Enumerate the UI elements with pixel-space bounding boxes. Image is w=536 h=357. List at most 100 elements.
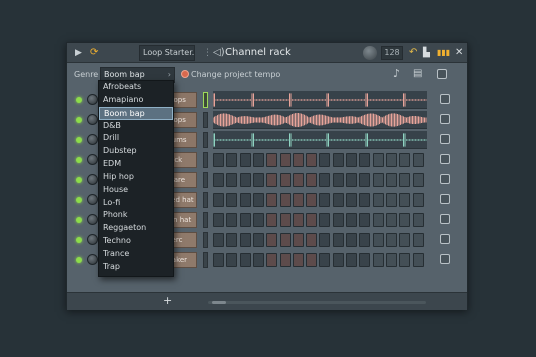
channel-pan-knob[interactable] (87, 154, 98, 165)
step-button[interactable] (346, 193, 357, 207)
step-button[interactable] (306, 153, 318, 167)
step-button[interactable] (412, 193, 424, 207)
step-button[interactable] (385, 233, 397, 247)
graph-icon[interactable]: ▙ (423, 43, 430, 63)
step-button[interactable] (266, 213, 278, 227)
step-button[interactable] (372, 233, 384, 247)
channel-select-bar[interactable] (203, 172, 208, 188)
channel-select-bar[interactable] (203, 152, 208, 168)
channel-mute-led[interactable] (76, 197, 82, 203)
step-button[interactable] (306, 193, 318, 207)
genre-option[interactable]: Boom bap (99, 106, 173, 120)
step-button[interactable] (239, 233, 251, 247)
channel-pan-knob[interactable] (87, 174, 98, 185)
step-button[interactable] (399, 193, 411, 207)
step-button[interactable] (319, 253, 331, 267)
step-button[interactable] (252, 233, 264, 247)
step-button[interactable] (319, 233, 331, 247)
step-button[interactable] (266, 233, 278, 247)
graph-editor-icon[interactable] (440, 114, 450, 124)
graph-editor-icon[interactable] (440, 94, 450, 104)
step-button[interactable] (213, 153, 224, 167)
channel-pan-knob[interactable] (87, 234, 98, 245)
step-button[interactable] (332, 193, 344, 207)
channel-mute-led[interactable] (76, 237, 82, 243)
step-button[interactable] (266, 193, 278, 207)
channel-pan-knob[interactable] (87, 134, 98, 145)
step-button[interactable] (279, 213, 291, 227)
channel-pan-knob[interactable] (87, 94, 98, 105)
step-button[interactable] (306, 233, 318, 247)
step-button[interactable] (226, 153, 238, 167)
step-button[interactable] (252, 153, 264, 167)
channel-pan-knob[interactable] (87, 114, 98, 125)
step-button[interactable] (385, 193, 397, 207)
step-button[interactable] (372, 153, 384, 167)
graph-editor-icon[interactable] (440, 194, 450, 204)
step-button[interactable] (359, 193, 371, 207)
step-button[interactable] (213, 233, 224, 247)
channel-select-bar[interactable] (203, 212, 208, 228)
step-button[interactable] (292, 253, 304, 267)
step-button[interactable] (372, 193, 384, 207)
step-button[interactable] (292, 153, 304, 167)
step-button[interactable] (266, 173, 278, 187)
step-button[interactable] (346, 173, 357, 187)
genre-option[interactable]: House (99, 184, 173, 197)
step-button[interactable] (239, 173, 251, 187)
step-button[interactable] (399, 233, 411, 247)
genre-option[interactable]: Reggaeton (99, 222, 173, 235)
scrollbar-thumb[interactable] (212, 301, 226, 304)
genre-option[interactable]: Drill (99, 132, 173, 145)
step-button[interactable] (359, 213, 371, 227)
graph-editor-icon[interactable] (440, 214, 450, 224)
step-button[interactable] (252, 173, 264, 187)
channel-pan-knob[interactable] (87, 254, 98, 265)
tempo-display[interactable]: 128 (381, 46, 403, 60)
step-button[interactable] (372, 213, 384, 227)
step-button[interactable] (359, 253, 371, 267)
step-button[interactable] (412, 253, 424, 267)
change-tempo-toggle[interactable]: Change project tempo (181, 70, 280, 79)
genre-option[interactable]: Afrobeats (99, 81, 173, 94)
channel-select-bar[interactable] (203, 92, 208, 108)
steps-view-icon[interactable]: ▮▮▮ (437, 43, 450, 63)
genre-option[interactable]: Dubstep (99, 145, 173, 158)
step-button[interactable] (252, 213, 264, 227)
step-button[interactable] (412, 213, 424, 227)
piano-roll-icon[interactable]: ▤ (413, 64, 422, 84)
step-button[interactable] (385, 153, 397, 167)
step-button[interactable] (385, 253, 397, 267)
step-button[interactable] (292, 173, 304, 187)
step-button[interactable] (279, 193, 291, 207)
step-button[interactable] (213, 173, 224, 187)
genre-option[interactable]: D&B (99, 120, 173, 133)
step-button[interactable] (292, 193, 304, 207)
step-button[interactable] (332, 173, 344, 187)
step-button[interactable] (239, 193, 251, 207)
step-button[interactable] (213, 213, 224, 227)
step-button[interactable] (279, 153, 291, 167)
genre-option[interactable]: Phonk (99, 209, 173, 222)
genre-option[interactable]: Hip hop (99, 171, 173, 184)
channel-mute-led[interactable] (76, 97, 82, 103)
step-button[interactable] (385, 173, 397, 187)
swing-knob[interactable] (363, 46, 377, 60)
menu-dots-icon[interactable]: ⋮ (203, 43, 212, 63)
channel-mute-led[interactable] (76, 177, 82, 183)
step-button[interactable] (292, 213, 304, 227)
channel-select-bar[interactable] (203, 192, 208, 208)
graph-editor-icon[interactable] (440, 134, 450, 144)
step-button[interactable] (226, 173, 238, 187)
step-button[interactable] (266, 253, 278, 267)
genre-option[interactable]: EDM (99, 158, 173, 171)
step-button[interactable] (372, 253, 384, 267)
step-button[interactable] (319, 193, 331, 207)
channel-pan-knob[interactable] (87, 194, 98, 205)
step-button[interactable] (239, 213, 251, 227)
step-button[interactable] (346, 213, 357, 227)
step-button[interactable] (306, 213, 318, 227)
genre-option[interactable]: Lo-fi (99, 197, 173, 210)
step-button[interactable] (399, 173, 411, 187)
step-button[interactable] (332, 153, 344, 167)
